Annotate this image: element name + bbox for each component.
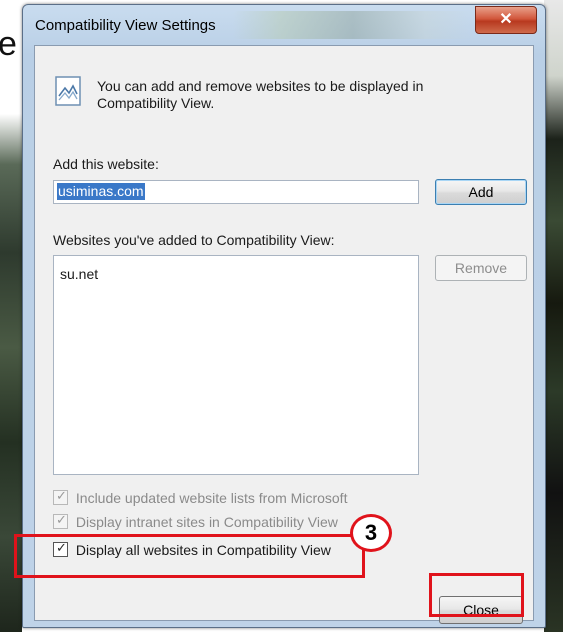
option-include-updated-lists[interactable]: ✓ Include updated website lists from Mic…	[53, 488, 348, 506]
close-icon[interactable]: ✕	[475, 6, 537, 34]
highlight-all-websites-option	[14, 534, 365, 578]
title-bar[interactable]: Compatibility View Settings ✕	[23, 5, 545, 45]
list-item[interactable]: su.net	[54, 256, 418, 282]
compatibility-view-icon	[55, 76, 81, 106]
remove-button[interactable]: Remove	[435, 255, 527, 281]
option-intranet-sites[interactable]: ✓ Display intranet sites in Compatibilit…	[53, 512, 338, 530]
websites-list[interactable]: su.net	[53, 255, 419, 475]
background-text-fragment: e	[0, 25, 17, 63]
info-description: You can add and remove websites to be di…	[97, 78, 424, 111]
step-number-badge: 3	[350, 514, 392, 552]
intranet-sites-checkbox[interactable]: ✓	[53, 512, 68, 529]
highlight-close-button	[429, 573, 524, 617]
add-button[interactable]: Add	[435, 179, 527, 205]
background-photo-right	[544, 0, 563, 632]
include-updated-lists-label: Include updated website lists from Micro…	[75, 490, 348, 506]
include-updated-lists-checkbox[interactable]: ✓	[53, 488, 68, 505]
websites-list-label: Websites you've added to Compatibility V…	[53, 232, 335, 248]
add-website-input-value: usiminas.com	[57, 183, 145, 200]
intranet-sites-label: Display intranet sites in Compatibility …	[75, 514, 338, 530]
add-website-input[interactable]: usiminas.com	[53, 180, 419, 204]
window-title: Compatibility View Settings	[35, 17, 216, 34]
title-bar-glare	[233, 11, 473, 39]
add-website-label: Add this website:	[53, 156, 159, 172]
